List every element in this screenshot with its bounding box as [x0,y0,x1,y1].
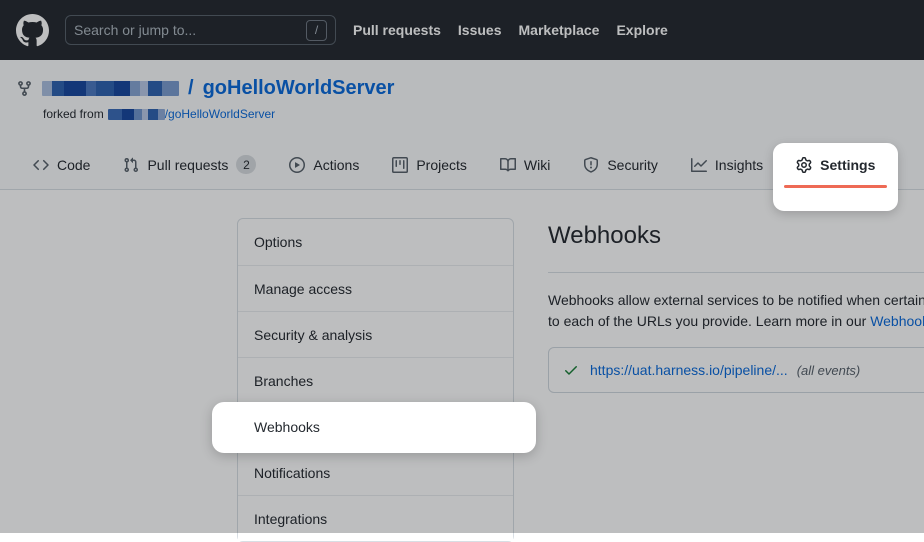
tab-security[interactable]: Security [575,140,666,189]
nav-link-explore[interactable]: Explore [616,22,667,38]
global-nav-links: Pull requests Issues Marketplace Explore [353,22,668,38]
nav-link-pull-requests[interactable]: Pull requests [353,22,441,38]
webhooks-guide-link[interactable]: Webhooks Guide [870,313,924,329]
tab-insights[interactable]: Insights [683,140,771,189]
webhooks-description-line1: Webhooks allow external services to be n… [548,290,924,311]
forked-from-label: forked from [43,107,104,121]
tab-actions[interactable]: Actions [281,140,367,189]
tab-pull-requests[interactable]: Pull requests 2 [115,140,264,189]
tab-wiki[interactable]: Wiki [492,140,558,189]
tab-projects[interactable]: Projects [384,140,475,189]
settings-sidebar-menu: Options Manage access Security & analysi… [237,218,514,542]
pull-request-icon [123,157,139,173]
tab-label: Projects [416,157,467,173]
github-logo-icon[interactable] [16,14,49,47]
slash-shortcut-badge: / [306,20,327,41]
top-nav: / Pull requests Issues Marketplace Explo… [0,0,924,60]
project-icon [392,157,408,173]
tab-label: Code [57,157,90,173]
search-box[interactable]: / [65,15,336,45]
tab-label: Wiki [524,157,550,173]
webhook-url-link[interactable]: https://uat.harness.io/pipeline/... [590,362,788,378]
shield-icon [583,157,599,173]
sidebar-item-notifications[interactable]: Notifications [238,449,513,495]
webhook-list-item: https://uat.harness.io/pipeline/... (all… [548,347,924,393]
repo-name-link[interactable]: goHelloWorldServer [203,77,395,100]
forked-repo-link[interactable]: /goHelloWorldServer [165,107,276,121]
repo-tab-bar: Code Pull requests 2 Actions Projects Wi… [0,140,924,190]
redacted-fork-owner-blur[interactable] [108,109,165,120]
tab-label: Pull requests [147,157,228,173]
code-icon [33,157,49,173]
tab-label: Actions [313,157,359,173]
page-title: Webhooks [548,222,924,273]
repo-forked-icon [16,80,33,97]
description-text: to each of the URLs you provide. Learn m… [548,313,870,329]
tab-label: Insights [715,157,763,173]
nav-link-issues[interactable]: Issues [458,22,502,38]
search-input[interactable] [74,22,306,38]
graph-icon [691,157,707,173]
selected-tab-underline [784,185,887,188]
sidebar-item-options[interactable]: Options [238,219,513,265]
webhook-events-label: (all events) [797,363,861,378]
webhooks-description-line2: to each of the URLs you provide. Learn m… [548,311,924,332]
main-content: Webhooks Webhooks allow external service… [548,222,924,393]
sidebar-item-webhooks[interactable]: Webhooks [238,403,513,449]
check-icon [563,362,579,378]
nav-link-marketplace[interactable]: Marketplace [519,22,600,38]
gear-icon [796,157,812,173]
repo-header: / goHelloWorldServer forked from /goHell… [0,60,924,140]
sidebar-item-manage-access[interactable]: Manage access [238,265,513,311]
play-icon [289,157,305,173]
sidebar-item-branches[interactable]: Branches [238,357,513,403]
tab-code[interactable]: Code [25,140,98,189]
sidebar-item-integrations[interactable]: Integrations [238,495,513,541]
tab-label: Settings [820,157,875,173]
redacted-owner-blur[interactable] [42,81,179,96]
tab-label: Security [607,157,658,173]
book-icon [500,157,516,173]
forked-from-row: forked from /goHelloWorldServer [43,107,908,121]
repo-breadcrumb-separator: / [188,77,194,100]
tab-settings[interactable]: Settings [788,140,883,189]
pull-requests-counter: 2 [236,155,256,174]
sidebar-item-security-analysis[interactable]: Security & analysis [238,311,513,357]
repo-title: / goHelloWorldServer [16,77,908,100]
